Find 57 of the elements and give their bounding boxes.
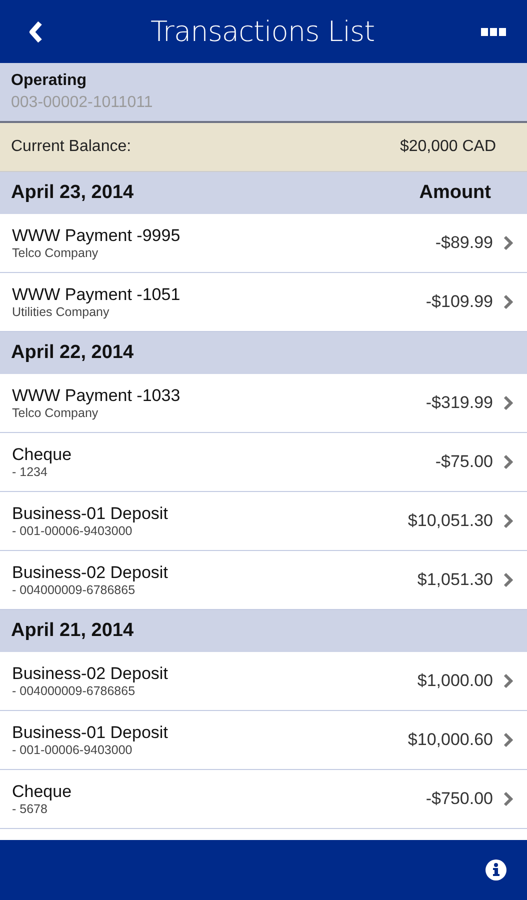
transaction-title: WWW Payment -1051 — [12, 285, 182, 305]
screen-title: Transactions List — [150, 15, 375, 48]
transaction-row[interactable]: Business-01 Deposit - 001-00006-9403000 $10,000.60 — [0, 711, 527, 770]
date-label: April 23, 2014 — [11, 182, 134, 204]
menu-button[interactable] — [481, 26, 507, 36]
balance-label: Current Balance: — [11, 138, 132, 156]
transaction-amount: -$109.99 — [426, 292, 493, 312]
info-icon[interactable] — [485, 859, 507, 881]
transaction-title: WWW Payment -9995 — [12, 226, 182, 246]
transaction-amount: $1,051.30 — [417, 570, 493, 590]
transaction-title: Business-02 Deposit — [12, 563, 169, 583]
transaction-title: Cheque — [12, 782, 73, 802]
chevron-icon — [503, 673, 513, 689]
chevron-icon — [503, 572, 513, 588]
transaction-detail: - 004000009-6786865 — [12, 684, 136, 698]
transaction-detail: - 1234 — [12, 465, 48, 479]
date-label: April 22, 2014 — [11, 342, 134, 364]
transaction-title: Cheque — [12, 445, 73, 465]
chevron-icon — [503, 294, 513, 310]
transaction-detail: - 001-00006-9403000 — [12, 743, 134, 757]
chevron-icon — [503, 454, 513, 470]
transaction-row[interactable]: WWW Payment -1033 Telco Company -$319.99 — [0, 374, 527, 433]
account-name: Operating — [11, 72, 88, 90]
transaction-amount: -$75.00 — [435, 452, 493, 472]
account-number: 003-00002-1011011 — [11, 94, 154, 112]
chevron-icon — [503, 513, 513, 529]
transaction-amount: $10,000.60 — [408, 730, 493, 750]
back-icon — [28, 20, 44, 42]
date-label: April 21, 2014 — [11, 620, 134, 642]
transaction-detail: Telco Company — [12, 246, 100, 260]
transaction-detail: - 001-00006-9403000 — [12, 524, 134, 538]
transaction-row[interactable]: Business-02 Deposit - 004000009-6786865 $1,000.00 — [0, 652, 527, 711]
menu-icon — [481, 26, 507, 36]
transaction-row[interactable]: Cheque - 5678 -$750.00 — [0, 770, 527, 829]
transaction-row[interactable]: Business-01 Deposit - 001-00006-9403000 $10,051.30 — [0, 492, 527, 551]
chevron-icon — [503, 732, 513, 748]
transaction-title: WWW Payment -1033 — [12, 386, 182, 406]
transaction-amount: -$319.99 — [426, 393, 493, 413]
transaction-detail: - 5678 — [12, 802, 48, 816]
transaction-row[interactable]: Cheque - 1234 -$75.00 — [0, 433, 527, 492]
transaction-title: Business-01 Deposit — [12, 504, 169, 524]
transaction-title: Business-01 Deposit — [12, 723, 169, 743]
transaction-row[interactable]: WWW Payment -9995 Telco Company -$89.99 — [0, 214, 527, 273]
chevron-icon — [503, 395, 513, 411]
chevron-icon — [503, 791, 513, 807]
transaction-amount: -$750.00 — [426, 789, 493, 809]
transaction-detail: Utilities Company — [12, 305, 110, 319]
transaction-detail: - 004000009-6786865 — [12, 583, 136, 597]
balance-value: $20,000 CAD — [400, 138, 496, 156]
transaction-amount: $1,000.00 — [417, 671, 493, 691]
amount-heading: Amount — [419, 182, 491, 204]
back-button[interactable] — [28, 20, 44, 42]
transaction-amount: $10,051.30 — [408, 511, 493, 531]
transaction-detail: Telco Company — [12, 406, 100, 420]
transaction-title: Business-02 Deposit — [12, 664, 169, 684]
transaction-amount: -$89.99 — [435, 233, 493, 253]
chevron-icon — [503, 235, 513, 251]
